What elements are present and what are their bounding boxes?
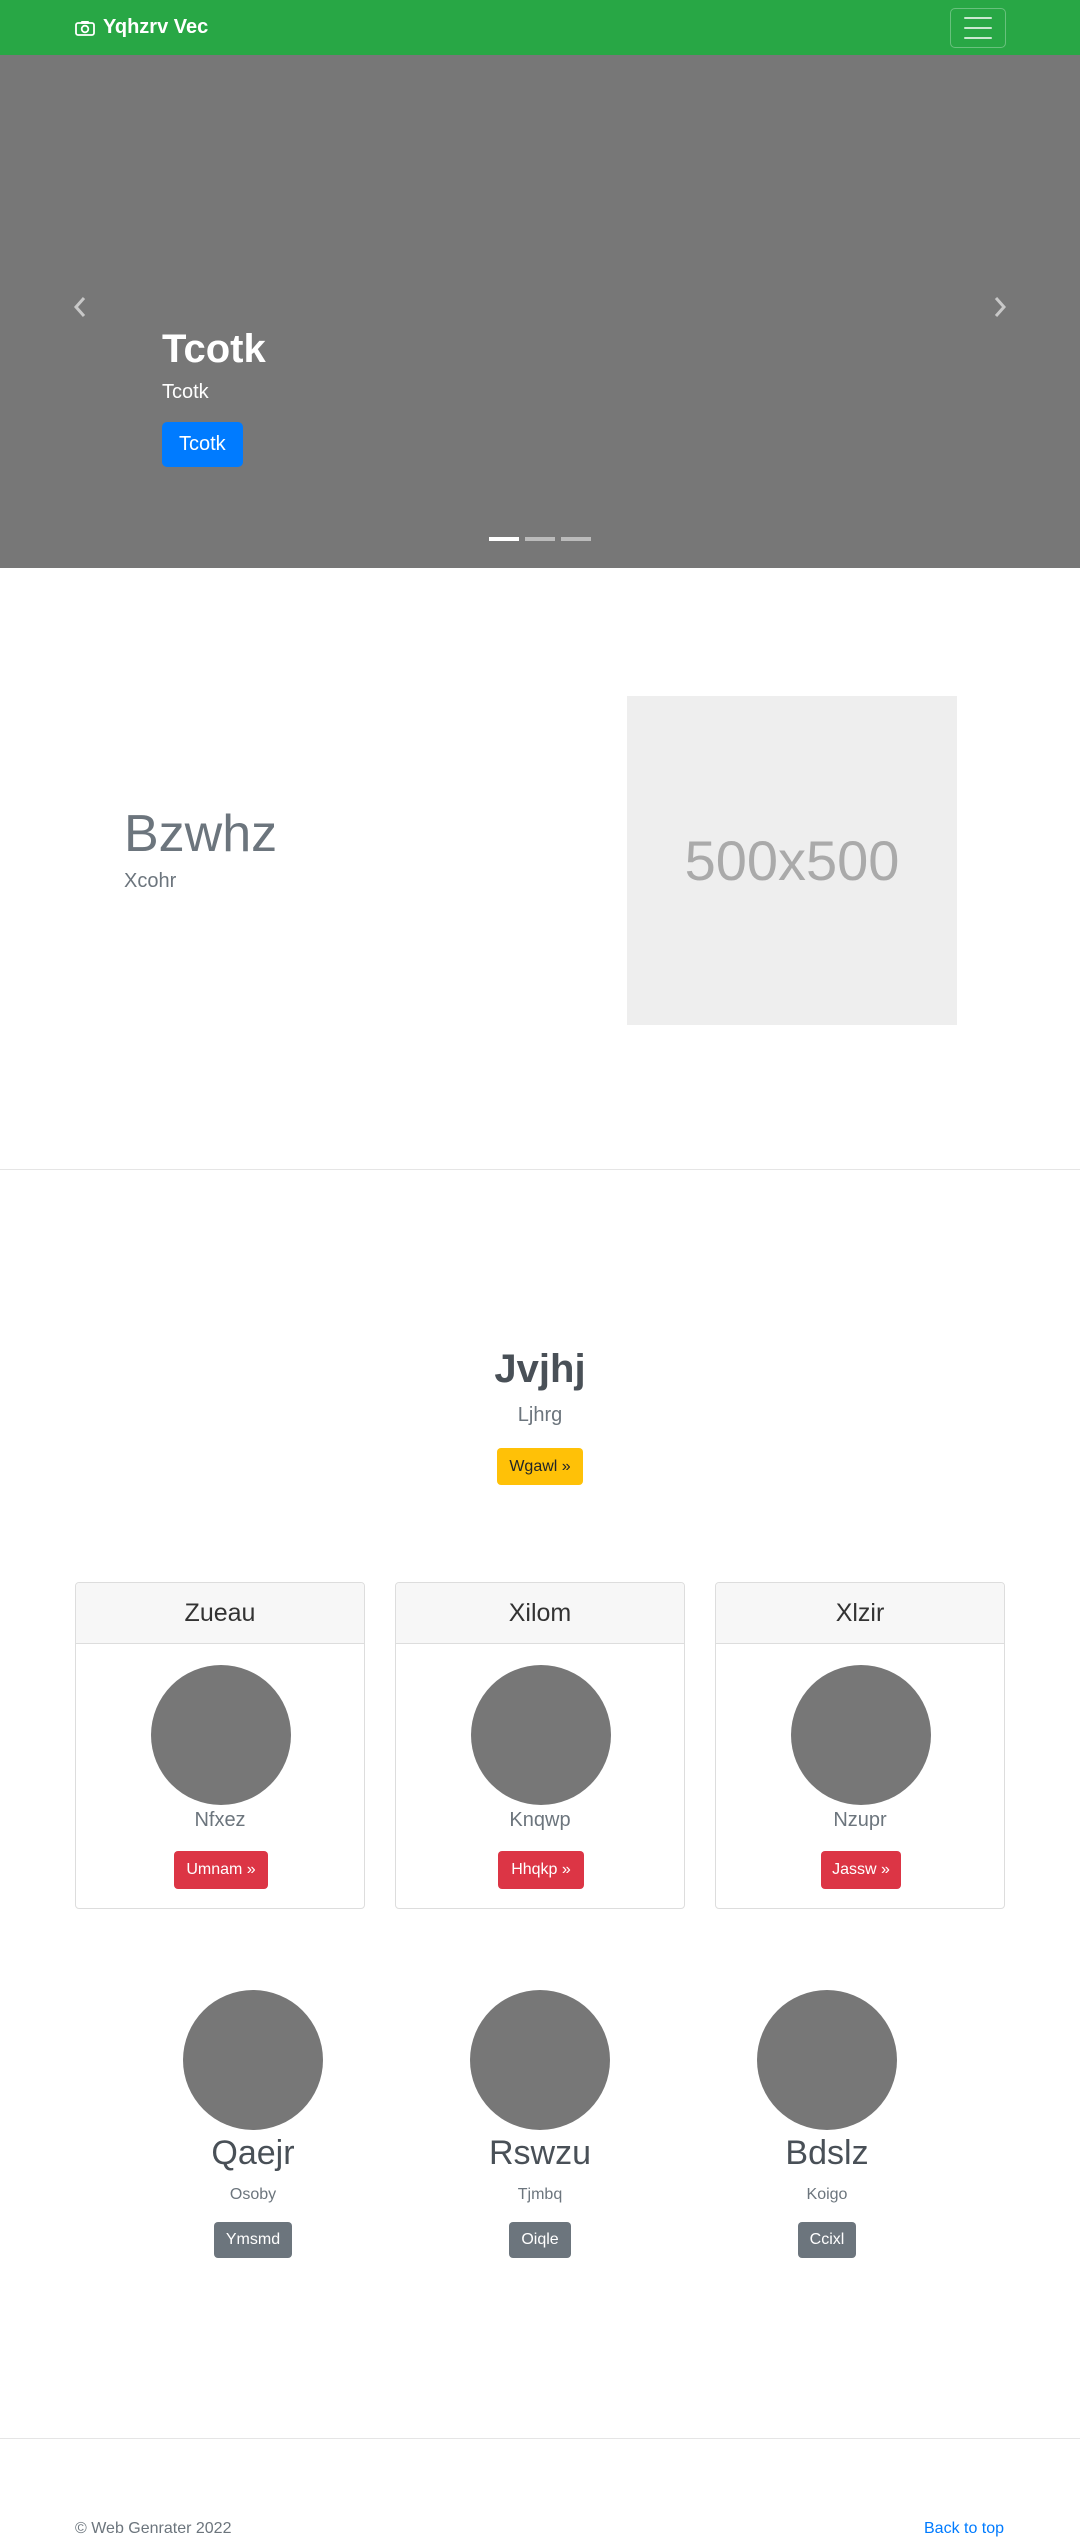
footer-copyright: © Web Genrater 2022 bbox=[75, 2520, 232, 2537]
card: Xilom Knqwp Hhqkp » bbox=[395, 1582, 685, 1909]
carousel-prev-button[interactable] bbox=[70, 295, 90, 319]
profile-button[interactable]: Ymsmd bbox=[213, 2221, 293, 2258]
section-lead: Ljhrg bbox=[517, 1404, 563, 1426]
card-button[interactable]: Umnam » bbox=[174, 1851, 268, 1889]
profile-name: Qaejr bbox=[211, 2134, 295, 2172]
card-button[interactable]: Jassw » bbox=[821, 1851, 901, 1889]
profile-image-placeholder bbox=[183, 1990, 323, 2130]
brand-name: Yqhzrv Vec bbox=[103, 16, 209, 38]
carousel-caption: Tcotk Tcotk Tcotk bbox=[162, 325, 266, 467]
carousel-indicator-2[interactable] bbox=[525, 537, 555, 541]
carousel-indicator-3[interactable] bbox=[561, 537, 591, 541]
profile-button[interactable]: Ccixl bbox=[797, 2221, 857, 2258]
hero-carousel: Tcotk Tcotk Tcotk bbox=[0, 55, 1080, 568]
profile-image-placeholder bbox=[470, 1990, 610, 2130]
profile-column: Qaejr Osoby Ymsmd bbox=[143, 1990, 363, 2258]
card-header: Zueau bbox=[76, 1583, 364, 1644]
carousel-text: Tcotk bbox=[162, 381, 209, 403]
carousel-indicator-1[interactable] bbox=[489, 537, 519, 541]
profile-text: Koigo bbox=[806, 2185, 848, 2203]
card-text: Nfxez bbox=[194, 1809, 246, 1831]
navbar-toggler-button[interactable] bbox=[950, 8, 1006, 48]
card-text: Nzupr bbox=[833, 1809, 887, 1831]
profile-button[interactable]: Oiqle bbox=[509, 2221, 571, 2258]
card-button[interactable]: Hhqkp » bbox=[498, 1851, 584, 1889]
section-title: Jvjhj bbox=[494, 1347, 586, 1391]
profile-image-placeholder bbox=[757, 1990, 897, 2130]
navbar: Yqhzrv Vec bbox=[0, 0, 1080, 55]
hamburger-icon bbox=[964, 17, 992, 39]
card-image-placeholder bbox=[471, 1665, 611, 1805]
profile-text: Tjmbq bbox=[517, 2185, 563, 2203]
profile-column: Bdslz Koigo Ccixl bbox=[717, 1990, 937, 2258]
carousel-indicators bbox=[489, 537, 591, 541]
section-cta-button[interactable]: Wgawl » bbox=[497, 1448, 583, 1485]
profile-column: Rswzu Tjmbq Oiqle bbox=[430, 1990, 650, 2258]
profile-name: Bdslz bbox=[785, 2134, 869, 2172]
profile-text: Osoby bbox=[229, 2185, 277, 2203]
card-text: Knqwp bbox=[509, 1809, 571, 1831]
featurette-heading: Bzwhz bbox=[124, 805, 278, 863]
carousel-title: Tcotk bbox=[162, 327, 266, 371]
profile-name: Rswzu bbox=[488, 2134, 592, 2172]
card-image-placeholder bbox=[151, 1665, 291, 1805]
card-header: Xlzir bbox=[716, 1583, 1004, 1644]
footer-divider bbox=[0, 2438, 1080, 2439]
featurette-lead: Xcohr bbox=[124, 870, 177, 892]
image-placeholder-label: 500x500 bbox=[684, 829, 900, 892]
featurette-image-placeholder: 500x500 bbox=[627, 696, 957, 1025]
carousel-cta-button[interactable]: Tcotk bbox=[162, 422, 243, 467]
back-to-top-link[interactable]: Back to top bbox=[924, 2520, 1004, 2538]
section-divider bbox=[0, 1169, 1080, 1170]
camera-icon bbox=[75, 20, 95, 36]
chevron-left-icon bbox=[73, 297, 86, 317]
card-header: Xilom bbox=[396, 1583, 684, 1644]
card: Xlzir Nzupr Jassw » bbox=[715, 1582, 1005, 1909]
navbar-brand[interactable]: Yqhzrv Vec bbox=[75, 0, 208, 55]
carousel-next-button[interactable] bbox=[990, 295, 1010, 319]
card: Zueau Nfxez Umnam » bbox=[75, 1582, 365, 1909]
chevron-right-icon bbox=[994, 297, 1007, 317]
card-image-placeholder bbox=[791, 1665, 931, 1805]
